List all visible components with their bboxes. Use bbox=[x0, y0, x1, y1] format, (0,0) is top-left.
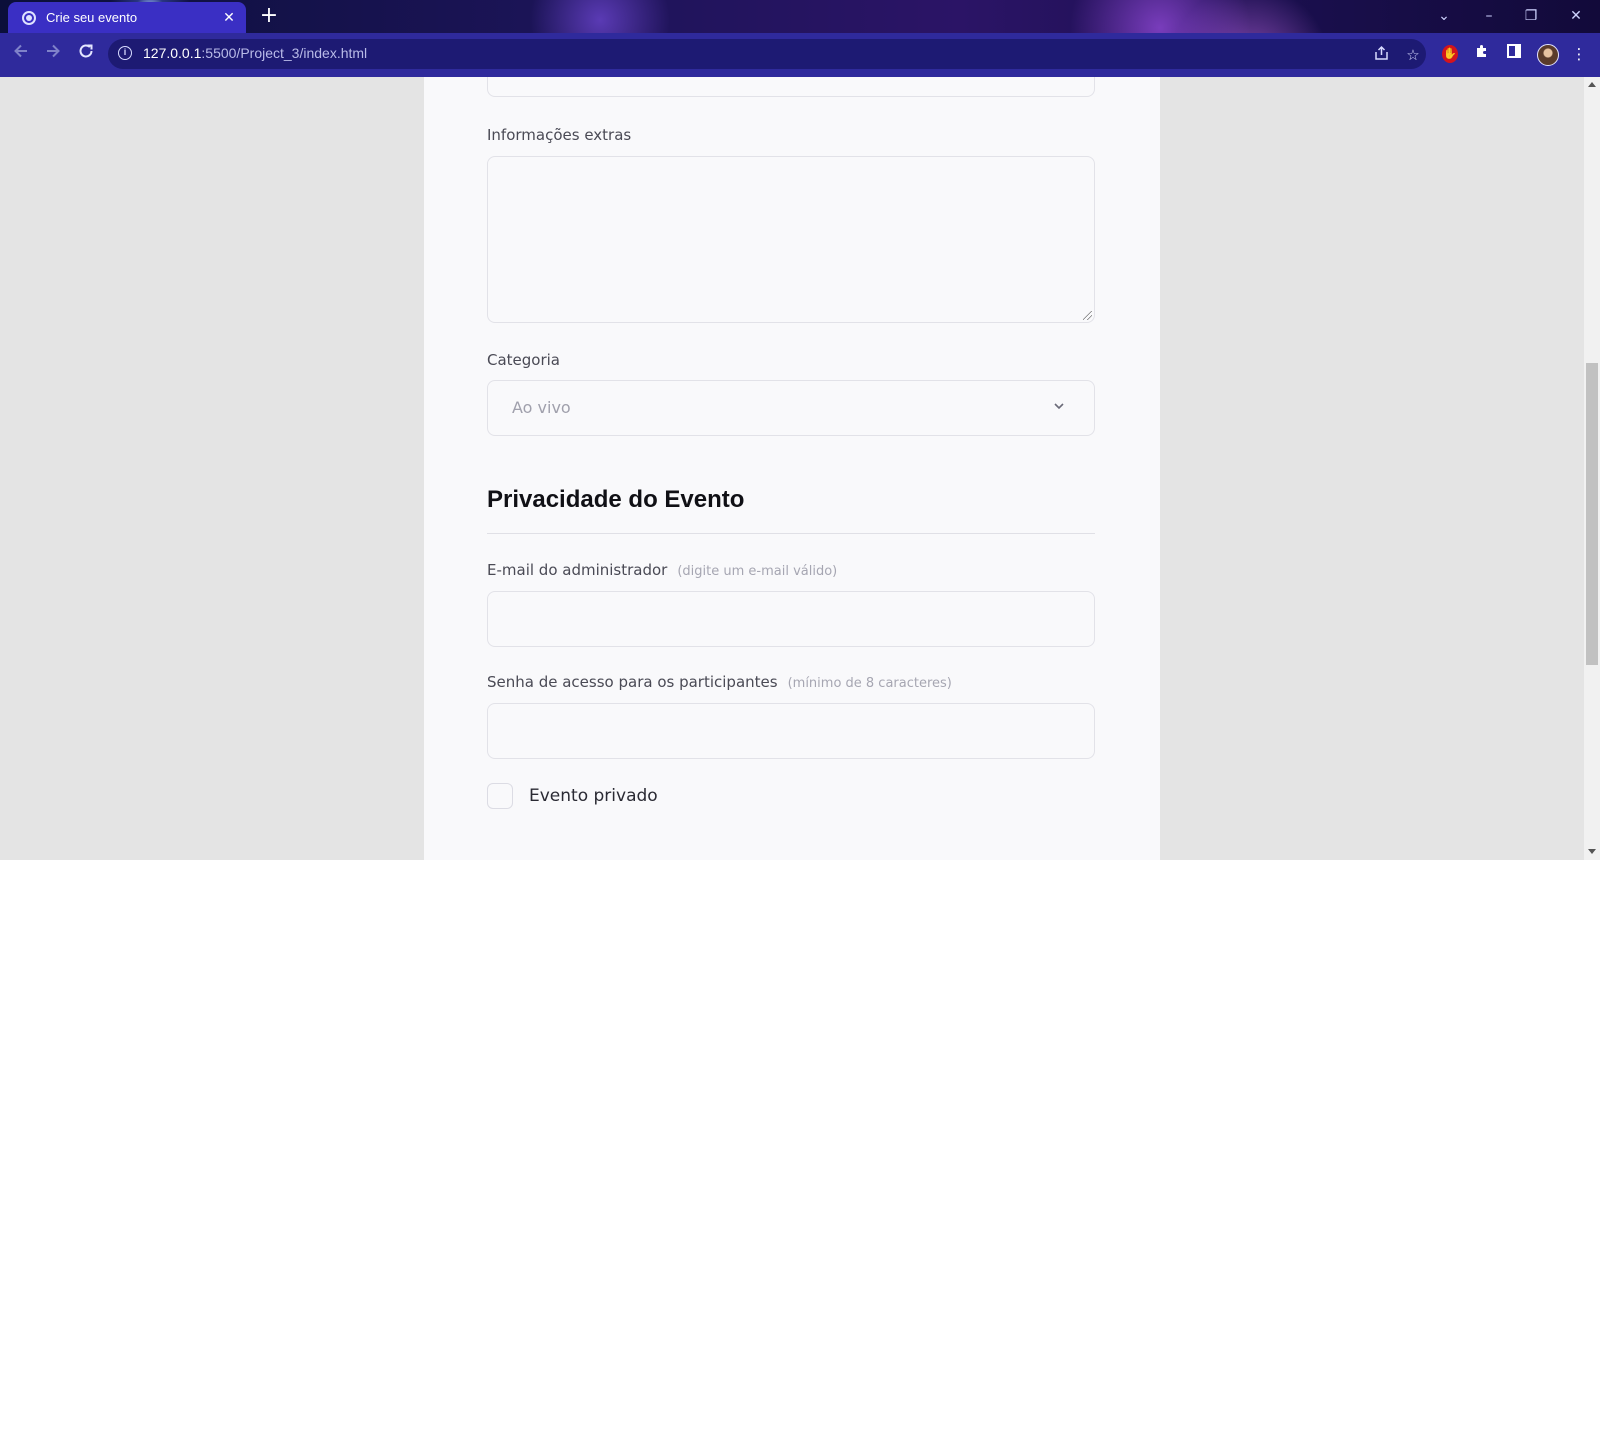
section-divider bbox=[487, 533, 1095, 534]
form-card: Informações extras Categoria Ao vivo Pri… bbox=[424, 77, 1160, 860]
tab-close-icon[interactable]: ✕ bbox=[218, 10, 240, 26]
tab-strip: Crie seu evento ✕ + ⌄ – ❐ ✕ bbox=[0, 0, 1600, 33]
password-hint: (mínimo de 8 caracteres) bbox=[787, 676, 952, 691]
adblock-extension-icon[interactable]: ✋ bbox=[1442, 45, 1458, 63]
side-panel-icon[interactable] bbox=[1503, 43, 1525, 65]
back-arrow-icon[interactable] bbox=[8, 42, 34, 68]
profile-avatar[interactable] bbox=[1537, 44, 1559, 66]
extras-textarea[interactable] bbox=[487, 156, 1095, 323]
admin-email-input[interactable] bbox=[487, 591, 1095, 647]
bookmark-star-icon[interactable]: ☆ bbox=[1403, 45, 1423, 65]
extras-label: Informações extras bbox=[487, 126, 632, 144]
private-event-checkbox[interactable] bbox=[487, 783, 513, 809]
category-label: Categoria bbox=[487, 351, 561, 369]
category-selected-value: Ao vivo bbox=[512, 398, 571, 417]
admin-email-label: E-mail do administrador (digite um e-mail… bbox=[487, 561, 838, 579]
password-input[interactable] bbox=[487, 703, 1095, 759]
new-tab-button[interactable]: + bbox=[256, 5, 282, 29]
password-label: Senha de acesso para os participantes (mí… bbox=[487, 673, 952, 691]
private-event-label[interactable]: Evento privado bbox=[529, 786, 658, 806]
tab-title: Crie seu evento bbox=[46, 10, 138, 25]
restore-button[interactable]: ❐ bbox=[1513, 4, 1549, 28]
browser-toolbar: i 127.0.0.1:5500/Project_3/index.html ☆ … bbox=[0, 33, 1600, 77]
resize-grip-icon[interactable] bbox=[1083, 311, 1092, 320]
browser-tab[interactable]: Crie seu evento ✕ bbox=[8, 2, 246, 33]
browser-chrome: Crie seu evento ✕ + ⌄ – ❐ ✕ i 127.0.0.1:… bbox=[0, 0, 1600, 77]
category-select[interactable]: Ao vivo bbox=[487, 380, 1095, 436]
minimize-button[interactable]: – bbox=[1471, 4, 1507, 28]
page-viewport: Informações extras Categoria Ao vivo Pri… bbox=[0, 77, 1600, 860]
scroll-up-arrow-icon[interactable] bbox=[1588, 82, 1596, 87]
previous-input-field[interactable] bbox=[487, 77, 1095, 97]
reload-icon[interactable] bbox=[73, 42, 99, 68]
globe-icon bbox=[22, 10, 36, 25]
chevron-down-icon bbox=[1054, 403, 1064, 410]
address-bar[interactable]: i 127.0.0.1:5500/Project_3/index.html ☆ bbox=[108, 39, 1426, 69]
scroll-down-arrow-icon[interactable] bbox=[1588, 849, 1596, 854]
site-info-icon[interactable]: i bbox=[118, 46, 132, 60]
forward-arrow-icon[interactable] bbox=[40, 42, 66, 68]
admin-email-hint: (digite um e-mail válido) bbox=[677, 564, 838, 579]
scroll-thumb[interactable] bbox=[1586, 363, 1598, 665]
url-text[interactable]: 127.0.0.1:5500/Project_3/index.html bbox=[143, 45, 367, 61]
privacy-section-title: Privacidade do Evento bbox=[487, 486, 745, 513]
vertical-scrollbar[interactable] bbox=[1584, 77, 1600, 860]
share-icon[interactable] bbox=[1372, 45, 1392, 65]
close-window-button[interactable]: ✕ bbox=[1558, 4, 1594, 28]
extensions-puzzle-icon[interactable] bbox=[1471, 43, 1493, 65]
tab-search-icon[interactable]: ⌄ bbox=[1426, 4, 1462, 28]
menu-kebab-icon[interactable]: ⋮ bbox=[1568, 43, 1590, 65]
